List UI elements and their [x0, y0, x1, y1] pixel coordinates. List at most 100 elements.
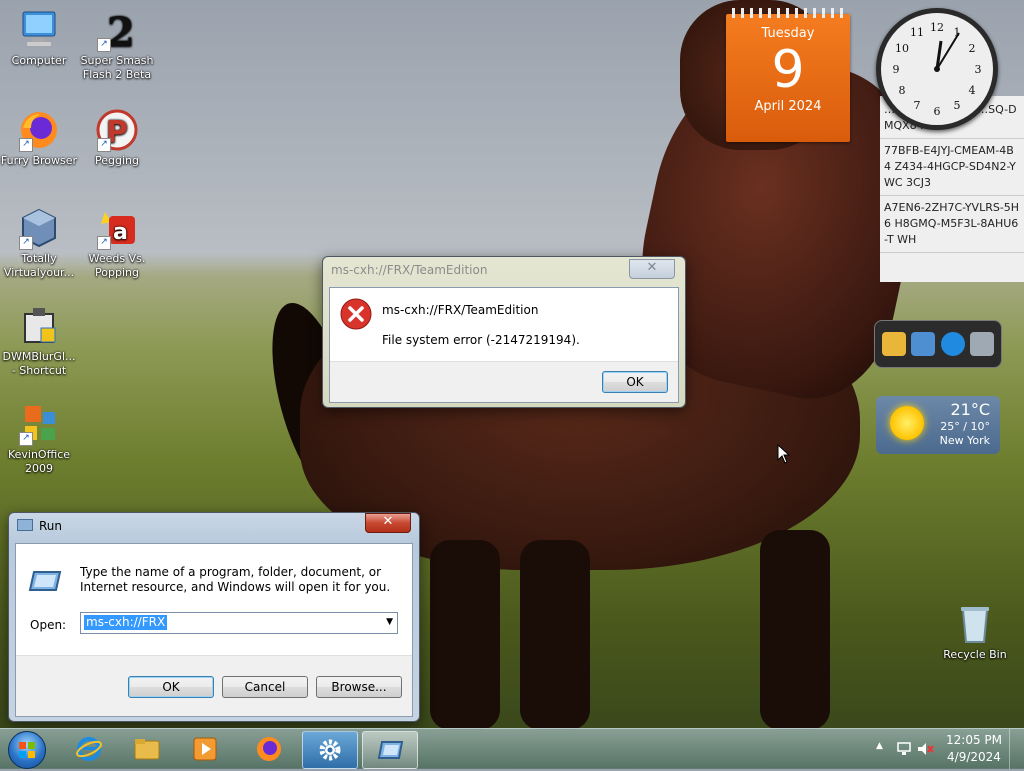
recycle-bin-icon — [953, 602, 997, 646]
svg-text:5: 5 — [954, 99, 961, 112]
run-dialog-titlebar: Run — [9, 513, 419, 539]
shortcut-arrow-icon: ↗ — [19, 432, 33, 446]
firefox-icon — [257, 737, 281, 761]
network-icon[interactable] — [911, 332, 936, 356]
desktop-icon-label: Totally Virtualyour... — [3, 252, 75, 279]
desktop-icon-furry-browser[interactable]: ↗ Furry Browser — [0, 108, 78, 168]
svg-text:11: 11 — [910, 26, 924, 39]
desktop-icon-pegging[interactable]: P ↗ Pegging — [78, 108, 156, 168]
error-dialog: ms-cxh://FRX/TeamEdition ✕ ms-cxh://FRX/… — [322, 256, 686, 408]
svg-text:2: 2 — [107, 9, 135, 52]
calendar-gadget[interactable]: Tuesday 9 April 2024 — [726, 8, 850, 142]
desktop-icon-dwmblurglass[interactable]: DWMBlurGl... - Shortcut — [0, 304, 78, 378]
mouse-cursor-icon — [777, 444, 791, 464]
run-description: Type the name of a program, folder, docu… — [80, 565, 391, 594]
svg-text:3: 3 — [975, 63, 982, 76]
svg-text:a: a — [113, 220, 128, 245]
taskbar-media-player[interactable] — [178, 731, 232, 767]
run-open-input[interactable]: ms-cxh://FRX — [84, 615, 168, 630]
taskbar-internet-explorer[interactable] — [62, 731, 116, 767]
error-message: File system error (-2147219194). — [382, 333, 580, 347]
run-dialog-close-button[interactable]: ✕ — [365, 513, 411, 533]
taskbar-settings[interactable] — [302, 731, 358, 769]
run-dialog-client: Type the name of a program, folder, docu… — [15, 543, 413, 717]
desktop-icon-label: DWMBlurGl... - Shortcut — [2, 350, 76, 377]
desktop-icon-recycle-bin[interactable]: Recycle Bin — [936, 602, 1014, 662]
error-ok-button[interactable]: OK — [602, 371, 668, 393]
chevron-up-icon[interactable]: ▲ — [876, 741, 883, 751]
windows-logo-icon — [8, 731, 46, 769]
kevinoffice-icon: ↗ — [17, 402, 61, 446]
run-icon — [17, 519, 33, 531]
taskbar-firefox[interactable] — [242, 731, 296, 767]
product-key-text: A7EN6-2ZH7C-YVLRS-5H6 H8GMQ-M5F3L-8AHU6-… — [880, 196, 1024, 253]
desktop-icon-totally-virtual[interactable]: ↗ Totally Virtualyour... — [0, 206, 78, 280]
desktop-icon-computer[interactable]: Computer — [0, 8, 78, 68]
folder-icon[interactable] — [881, 332, 906, 356]
calendar-rings — [732, 8, 844, 18]
calendar-day-of-week: Tuesday — [761, 26, 815, 41]
run-program-icon — [28, 571, 62, 591]
weather-temperature: 21°C — [950, 400, 990, 419]
svg-text:8: 8 — [899, 84, 906, 97]
quick-launch-gadget — [874, 320, 1002, 368]
svg-text:4: 4 — [969, 84, 976, 97]
gear-icon — [319, 739, 341, 761]
error-dialog-footer: OK — [330, 361, 678, 402]
start-button[interactable] — [4, 729, 48, 769]
trash-icon[interactable] — [970, 332, 995, 356]
run-program-icon — [377, 741, 404, 759]
run-ok-button[interactable]: OK — [128, 676, 214, 698]
shortcut-arrow-icon: ↗ — [97, 138, 111, 152]
folder-icon — [134, 739, 160, 760]
desktop-icon-label: Pegging — [95, 154, 139, 167]
shortcut-arrow-icon: ↗ — [19, 138, 33, 152]
desktop-icon-super-smash-flash[interactable]: 2 ↗ Super Smash Flash 2 Beta — [78, 8, 156, 82]
desktop-icon-label: Weeds Vs. Popping — [88, 252, 146, 279]
taskbar-run[interactable] — [362, 731, 418, 769]
error-dialog-close-button[interactable]: ✕ — [629, 259, 675, 279]
pegging-icon: P ↗ — [95, 108, 139, 152]
error-heading: ms-cxh://FRX/TeamEdition — [382, 303, 539, 317]
notification-area: ▲ 12:05 PM 4/9/2024 — [874, 729, 1024, 769]
calendar-day: 9 — [771, 40, 805, 100]
run-dialog-title: Run — [39, 519, 63, 533]
internet-explorer-icon[interactable] — [940, 332, 965, 356]
taskbar-explorer[interactable] — [120, 731, 174, 767]
svg-text:7: 7 — [914, 99, 921, 112]
weeds-vs-popping-icon: a ↗ — [95, 206, 139, 250]
svg-text:10: 10 — [895, 42, 909, 55]
weather-range: 25° / 10° — [940, 420, 990, 433]
computer-icon — [17, 8, 61, 52]
clock-face-icon: 12 123 4567 891011 — [893, 21, 982, 118]
show-desktop-button[interactable] — [1009, 729, 1024, 769]
volume-muted-icon[interactable] — [916, 741, 934, 757]
taskbar: ▲ 12:05 PM 4/9/2024 — [0, 728, 1024, 769]
network-icon[interactable] — [896, 741, 912, 757]
taskbar-date: 4/9/2024 — [947, 750, 1001, 764]
clock-gadget[interactable]: 12 1 2 3 4567 8 9 10 11 — [876, 8, 998, 130]
desktop-icon-weeds-vs-popping[interactable]: a ↗ Weeds Vs. Popping — [78, 206, 156, 280]
dwmblurglass-icon — [17, 304, 61, 348]
sun-icon — [890, 406, 924, 440]
run-cancel-button[interactable]: Cancel — [222, 676, 308, 698]
desktop-icon-label: Recycle Bin — [943, 648, 1007, 661]
calendar-month-year: April 2024 — [754, 99, 822, 114]
desktop-icon-kevinoffice[interactable]: ↗ KevinOffice 2009 — [0, 402, 78, 476]
media-player-icon — [193, 737, 217, 761]
error-dialog-client: ms-cxh://FRX/TeamEdition File system err… — [329, 287, 679, 403]
svg-text:6: 6 — [934, 105, 941, 118]
shortcut-arrow-icon: ↗ — [97, 38, 111, 52]
run-open-combobox[interactable]: ms-cxh://FRX ▼ — [80, 612, 398, 634]
svg-text:9: 9 — [893, 63, 900, 76]
internet-explorer-icon — [76, 737, 102, 761]
taskbar-time: 12:05 PM — [946, 733, 1002, 747]
weather-gadget[interactable]: 21°C 25° / 10° New York — [876, 396, 1000, 454]
firefox-icon: ↗ — [17, 108, 61, 152]
run-dialog-footer: OK Cancel Browse... — [16, 655, 412, 716]
desktop-icon-label: KevinOffice 2009 — [7, 448, 71, 475]
chevron-down-icon[interactable]: ▼ — [386, 617, 393, 627]
wallpaper-horse-leg — [760, 530, 830, 730]
run-browse-button[interactable]: Browse... — [316, 676, 402, 698]
taskbar-clock[interactable]: 12:05 PM 4/9/2024 — [946, 732, 1002, 766]
